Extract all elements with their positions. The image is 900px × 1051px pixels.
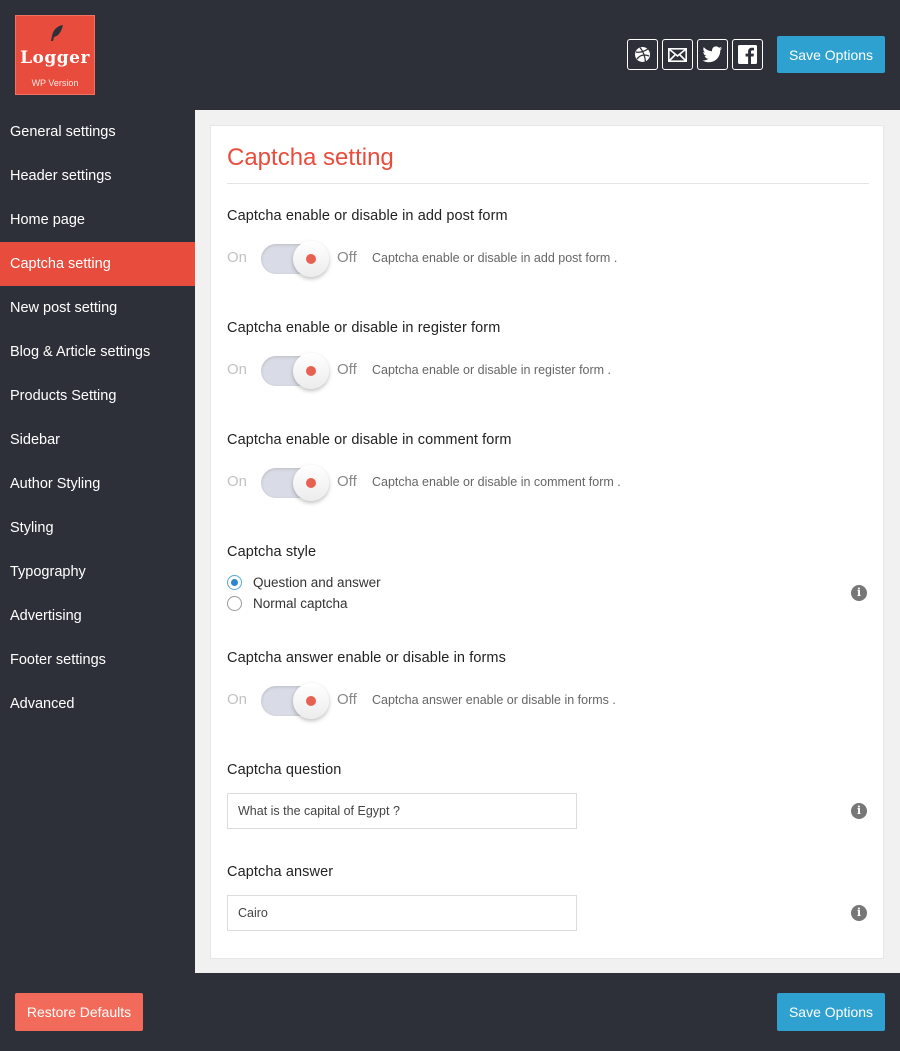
facebook-icon[interactable] xyxy=(732,39,763,70)
toggle-off-label: Off xyxy=(337,361,357,378)
restore-defaults-button[interactable]: Restore Defaults xyxy=(15,993,143,1031)
sidebar-item-styling[interactable]: Styling xyxy=(0,506,195,550)
logo[interactable]: Logger WP Version xyxy=(15,15,95,95)
answer-captcha-switch[interactable] xyxy=(259,683,329,719)
radio-question-and-answer[interactable]: Question and answer xyxy=(227,572,381,592)
captcha-style-title: Captcha style xyxy=(227,544,317,560)
toggle-description: Captcha enable or disable in add post fo… xyxy=(372,251,618,265)
toggle-title-comment: Captcha enable or disable in comment for… xyxy=(227,432,512,448)
main-content: Captcha setting Captcha enable or disabl… xyxy=(195,110,900,973)
sidebar-item-general-settings[interactable]: General settings xyxy=(0,110,195,154)
toggle-row-add-post: On Off Captcha enable or disable in add … xyxy=(227,238,867,278)
radio-label: Normal captcha xyxy=(253,595,348,611)
radio-button[interactable] xyxy=(227,595,242,611)
logo-name: Logger xyxy=(20,48,90,68)
twitter-icon[interactable] xyxy=(697,39,728,70)
header: Logger WP Version Save Options xyxy=(0,0,900,110)
toggle-title-answer: Captcha answer enable or disable in form… xyxy=(227,650,506,666)
sidebar-item-header-settings[interactable]: Header settings xyxy=(0,154,195,198)
info-icon[interactable]: i xyxy=(851,585,867,601)
sidebar-item-footer-settings[interactable]: Footer settings xyxy=(0,638,195,682)
save-options-button-top[interactable]: Save Options xyxy=(777,36,885,73)
toggle-description: Captcha answer enable or disable in form… xyxy=(372,693,616,707)
sidebar-nav: General settings Header settings Home pa… xyxy=(0,110,195,726)
sidebar-item-sidebar[interactable]: Sidebar xyxy=(0,418,195,462)
info-icon[interactable]: i xyxy=(851,803,867,819)
toggle-on-label: On xyxy=(227,249,248,266)
feather-icon xyxy=(51,25,63,41)
sidebar-item-advertising[interactable]: Advertising xyxy=(0,594,195,638)
toggle-description: Captcha enable or disable in register fo… xyxy=(372,363,612,377)
toggle-off-label: Off xyxy=(337,473,357,490)
captcha-answer-input[interactable] xyxy=(227,895,577,931)
toggle-on-label: On xyxy=(227,691,248,708)
save-options-button-bottom[interactable]: Save Options xyxy=(777,993,885,1031)
sidebar-item-new-post-setting[interactable]: New post setting xyxy=(0,286,195,330)
radio-label: Question and answer xyxy=(253,574,381,590)
sidebar-item-products-setting[interactable]: Products Setting xyxy=(0,374,195,418)
mail-icon[interactable] xyxy=(662,39,693,70)
register-captcha-switch[interactable] xyxy=(259,353,329,389)
sidebar-item-home-page[interactable]: Home page xyxy=(0,198,195,242)
toggle-off-label: Off xyxy=(337,691,357,708)
toggle-row-comment: On Off Captcha enable or disable in comm… xyxy=(227,462,867,502)
toggle-title-register: Captcha enable or disable in register fo… xyxy=(227,320,501,336)
sidebar-item-typography[interactable]: Typography xyxy=(0,550,195,594)
toggle-title-add-post: Captcha enable or disable in add post fo… xyxy=(227,208,508,224)
toggle-off-label: Off xyxy=(337,249,357,266)
sidebar-item-author-styling[interactable]: Author Styling xyxy=(0,462,195,506)
settings-card: Captcha setting Captcha enable or disabl… xyxy=(210,125,884,959)
toggle-on-label: On xyxy=(227,361,248,378)
toggle-row-answer: On Off Captcha answer enable or disable … xyxy=(227,680,867,720)
page-title: Captcha setting xyxy=(227,144,394,171)
captcha-answer-title: Captcha answer xyxy=(227,864,334,880)
captcha-question-input[interactable] xyxy=(227,793,577,829)
toggle-row-register: On Off Captcha enable or disable in regi… xyxy=(227,350,867,390)
toggle-on-label: On xyxy=(227,473,248,490)
divider xyxy=(227,183,869,184)
toggle-description: Captcha enable or disable in comment for… xyxy=(372,475,621,489)
add-post-captcha-switch[interactable] xyxy=(259,241,329,277)
sidebar-item-blog-article-settings[interactable]: Blog & Article settings xyxy=(0,330,195,374)
sidebar-item-advanced[interactable]: Advanced xyxy=(0,682,195,726)
dribbble-icon[interactable] xyxy=(627,39,658,70)
radio-button-checked[interactable] xyxy=(227,574,242,590)
radio-normal-captcha[interactable]: Normal captcha xyxy=(227,593,348,613)
captcha-question-title: Captcha question xyxy=(227,762,342,778)
info-icon[interactable]: i xyxy=(851,905,867,921)
logo-version: WP Version xyxy=(31,78,79,88)
sidebar-item-captcha-setting[interactable]: Captcha setting xyxy=(0,242,195,286)
comment-captcha-switch[interactable] xyxy=(259,465,329,501)
